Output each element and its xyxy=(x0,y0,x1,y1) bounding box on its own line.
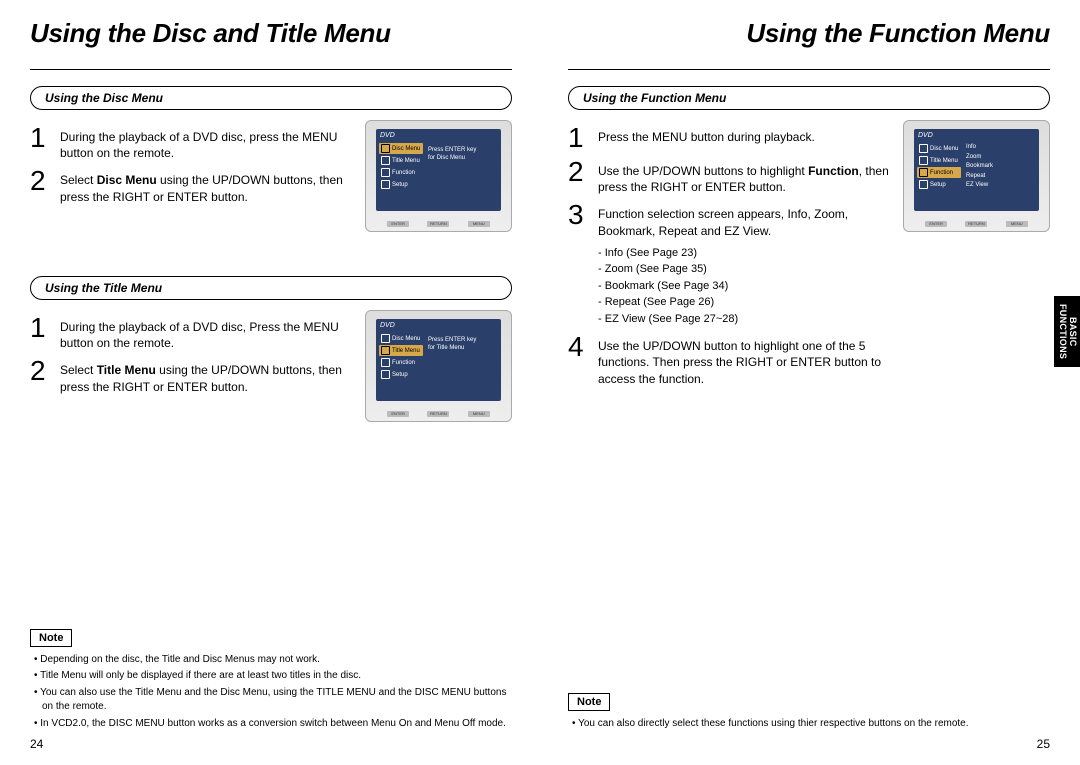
tv-disc-menu-list: Disc MenuTitle MenuFunctionSetup xyxy=(379,143,423,191)
note-heading-right: Note xyxy=(568,693,610,711)
page-number-right: 25 xyxy=(1037,737,1050,751)
section-tab: BASICFUNCTIONS xyxy=(1054,296,1080,367)
fn-sublist: Info (See Page 23)Zoom (See Page 35)Book… xyxy=(598,245,891,328)
right-notes: You can also directly select these funct… xyxy=(568,717,1050,732)
left-title: Using the Disc and Title Menu xyxy=(30,18,512,49)
note-heading-left: Note xyxy=(30,629,72,647)
tv-fn-buttons: ENTERRETURNMENU xyxy=(916,221,1037,227)
fn-step3: Function selection screen appears, Info,… xyxy=(598,201,891,238)
tv-title-menu-list: Disc MenuTitle MenuFunctionSetup xyxy=(379,333,423,381)
tv-fn-menu-list: Disc MenuTitle MenuFunctionSetup xyxy=(917,143,961,191)
discB-step2: Select Title Menu using the UP/DOWN butt… xyxy=(60,357,353,394)
disc-menu-pill: Using the Disc Menu xyxy=(30,86,512,110)
function-menu-pill: Using the Function Menu xyxy=(568,86,1050,110)
fn-step4: Use the UP/DOWN button to highlight one … xyxy=(598,333,891,387)
left-notes: Depending on the disc, the Title and Dis… xyxy=(30,653,512,732)
left-page: Using the Disc and Title Menu Using the … xyxy=(30,18,512,751)
tv-disc-menu: DVD Disc MenuTitle MenuFunctionSetup Pre… xyxy=(365,120,512,232)
tv-function-menu: DVD Disc MenuTitle MenuFunctionSetup Inf… xyxy=(903,120,1050,232)
discA-step1: During the playback of a DVD disc, press… xyxy=(60,124,353,161)
discB-step1: During the playback of a DVD disc, Press… xyxy=(60,314,353,351)
tv-title-menu: DVD Disc MenuTitle MenuFunctionSetup Pre… xyxy=(365,310,512,422)
fn-step1: Press the MENU button during playback. xyxy=(598,124,815,145)
tv-title-buttons: ENTERRETURNMENU xyxy=(378,411,499,417)
title-menu-pill: Using the Title Menu xyxy=(30,276,512,300)
manual-spread: BASICFUNCTIONS Using the Disc and Title … xyxy=(0,0,1080,765)
right-page: Using the Function Menu Using the Functi… xyxy=(568,18,1050,751)
right-title: Using the Function Menu xyxy=(568,18,1050,49)
fn-step2: Use the UP/DOWN buttons to highlight Fun… xyxy=(598,158,891,195)
tv-disc-buttons: ENTERRETURNMENU xyxy=(378,221,499,227)
discA-step2: Select Disc Menu using the UP/DOWN butto… xyxy=(60,167,353,204)
page-number-left: 24 xyxy=(30,737,43,751)
tv-fn-sublist: InfoZoomBookmarkRepeatEZ View xyxy=(966,143,993,191)
